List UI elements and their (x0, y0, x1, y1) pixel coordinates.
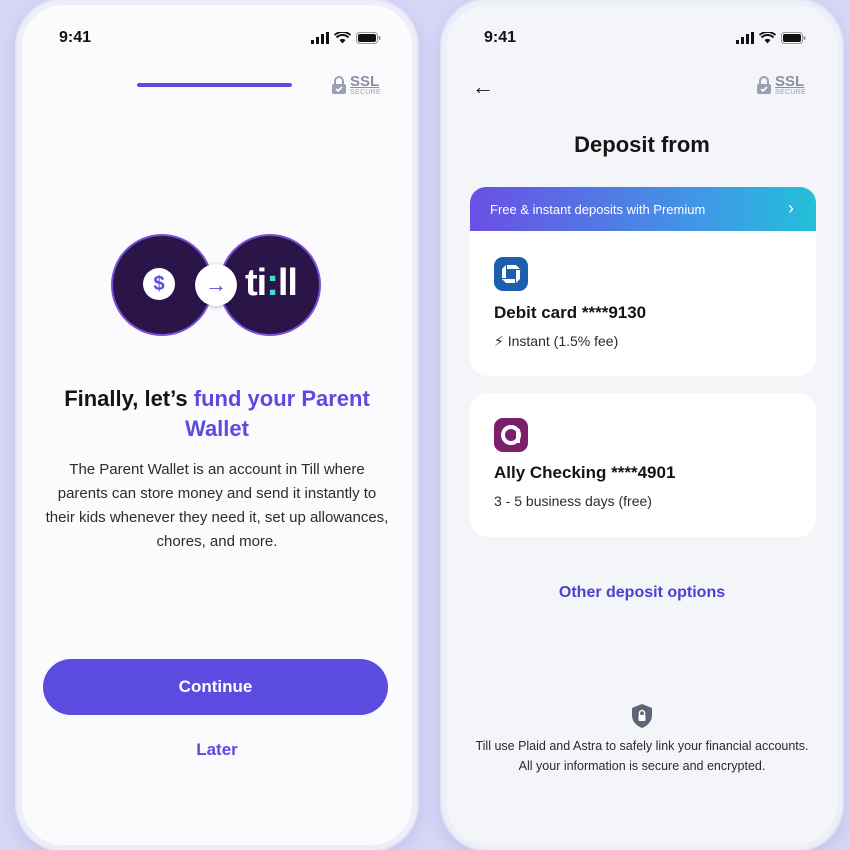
lock-icon (332, 76, 347, 94)
account-detail: ⚡︎ Instant (1.5% fee) (494, 333, 619, 349)
onboarding-progress-bar (137, 83, 292, 87)
lock-icon (757, 76, 772, 94)
phone-screen-fund-wallet: 9:41 SSL SECURE $ → ti:ll Finally, let’s… (17, 0, 417, 850)
battery-icon (781, 32, 806, 44)
dollar-icon: $ (143, 268, 175, 300)
headline-prefix: Finally, let’s (64, 386, 194, 411)
premium-promo-banner[interactable]: Free & instant deposits with Premium › (470, 187, 816, 231)
phone-screen-deposit-from: 9:41 ← SSL SECURE Deposit from Free & in… (442, 0, 842, 850)
back-arrow-icon[interactable]: ← (472, 74, 494, 100)
page-headline: Finally, let’s fund your Parent Wallet (47, 384, 387, 444)
page-title: Deposit from (574, 132, 710, 157)
other-deposit-options-link[interactable]: Other deposit options (442, 584, 842, 602)
arrow-right-icon: → (195, 264, 237, 306)
deposit-account-card[interactable]: Ally Checking ****4901 3 - 5 business da… (470, 393, 816, 537)
ssl-sublabel: SECURE (775, 89, 806, 96)
ssl-label: SSL (775, 73, 805, 90)
ssl-label: SSL (350, 73, 380, 90)
deposit-account-card[interactable]: Debit card ****9130 ⚡︎ Instant (1.5% fee… (470, 231, 816, 376)
status-bar: 9:41 (484, 28, 806, 48)
status-icons (736, 32, 806, 44)
ssl-sublabel: SECURE (350, 89, 381, 96)
headline-accent: fund your Parent Wallet (185, 386, 370, 441)
lightning-icon: ⚡︎ (494, 333, 504, 349)
account-detail: 3 - 5 business days (free) (494, 493, 652, 509)
signal-icon (736, 32, 754, 44)
account-name: Debit card ****9130 (494, 303, 647, 322)
ssl-secure-badge: SSL SECURE (331, 74, 381, 96)
page-description: The Parent Wallet is an account in Till … (45, 461, 389, 550)
status-time: 9:41 (484, 29, 517, 46)
wifi-icon (759, 32, 776, 44)
security-disclaimer: Till use Plaid and Astra to safely link … (475, 739, 809, 773)
battery-icon (356, 32, 381, 44)
status-time: 9:41 (59, 29, 92, 46)
continue-button[interactable]: Continue (43, 659, 388, 715)
chevron-right-icon: › (788, 198, 794, 218)
ally-bank-icon (494, 418, 528, 452)
shield-lock-icon (630, 703, 654, 734)
till-logo: ti:ll (245, 262, 298, 304)
account-name: Ally Checking ****4901 (494, 463, 676, 482)
promo-text: Free & instant deposits with Premium (490, 202, 706, 217)
ssl-secure-badge: SSL SECURE (756, 74, 806, 96)
later-link[interactable]: Later (17, 740, 417, 760)
wifi-icon (334, 32, 351, 44)
transfer-illustration: $ → ti:ll (113, 236, 323, 336)
chase-bank-icon (494, 257, 528, 291)
status-icons (311, 32, 381, 44)
signal-icon (311, 32, 329, 44)
status-bar: 9:41 (59, 28, 381, 48)
progress-fill (137, 83, 292, 87)
